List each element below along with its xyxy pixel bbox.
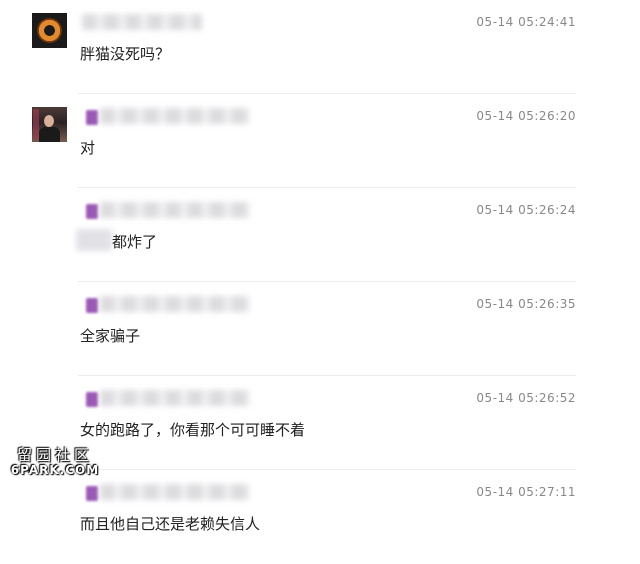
comment-item: 05-14 05:26:24 都炸了 <box>0 188 640 282</box>
redacted-text <box>76 229 112 251</box>
badge-icon <box>86 110 98 125</box>
comment-item: 05-14 05:26:35 全家骗子 <box>0 282 640 376</box>
comment-timestamp: 05-14 05:24:41 <box>476 15 576 29</box>
watermark-chinese: 留园社区 <box>16 446 93 464</box>
username-blurred[interactable] <box>78 104 258 130</box>
badge-icon <box>86 204 98 219</box>
comment-text: 对 <box>80 139 96 157</box>
comment-item: 05-14 05:27:11 而且他自己还是老赖失信人 <box>0 470 640 564</box>
comment-timestamp: 05-14 05:26:52 <box>476 391 576 405</box>
username-blurred[interactable] <box>78 386 258 412</box>
comment-text: 都炸了 <box>112 233 158 251</box>
comment-text: 胖猫没死吗？ <box>80 45 171 63</box>
comment-timestamp: 05-14 05:27:11 <box>476 485 576 499</box>
comment-text: 而且他自己还是老赖失信人 <box>80 515 261 533</box>
username-blurred[interactable] <box>78 480 258 506</box>
comment-timestamp: 05-14 05:26:35 <box>476 297 576 311</box>
comment-timestamp: 05-14 05:26:24 <box>476 203 576 217</box>
username-blurred[interactable] <box>78 10 258 36</box>
watermark: 留园社区 6PARK.COM <box>10 447 100 477</box>
badge-icon <box>86 486 98 501</box>
badge-icon <box>86 298 98 313</box>
orange-ring-icon <box>37 18 62 43</box>
watermark-site: 6PARK.COM <box>10 462 100 477</box>
avatar[interactable] <box>32 13 67 48</box>
comment-text: 女的跑路了，你看那个可可睡不着 <box>80 421 306 439</box>
username-blurred[interactable] <box>78 198 258 224</box>
username-blurred[interactable] <box>78 292 258 318</box>
badge-icon <box>86 392 98 407</box>
comment-item: 05-14 05:24:41 胖猫没死吗？ <box>0 0 640 94</box>
avatar[interactable] <box>32 107 67 142</box>
comment-timestamp: 05-14 05:26:20 <box>476 109 576 123</box>
comment-item: 05-14 05:26:20 对 <box>0 94 640 188</box>
comment-text: 全家骗子 <box>80 327 141 345</box>
